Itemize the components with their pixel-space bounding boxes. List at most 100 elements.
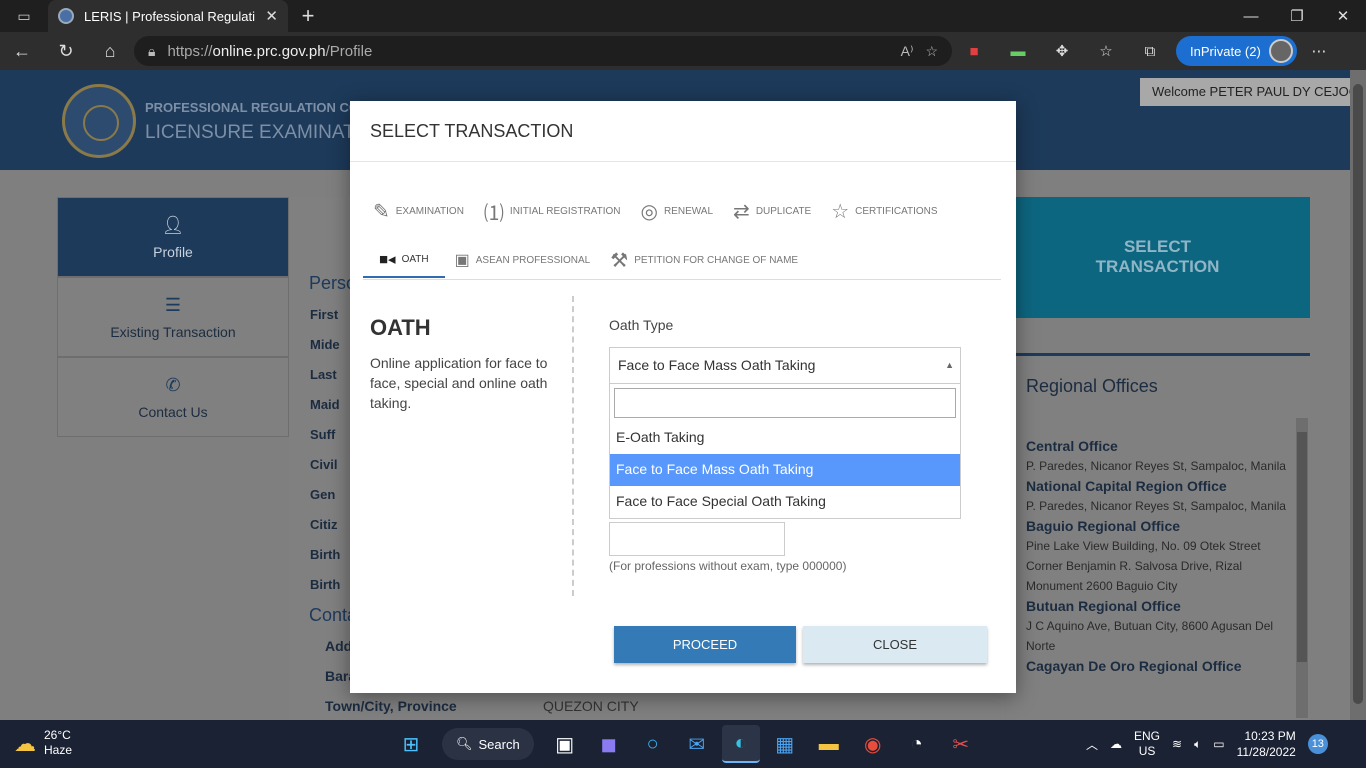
add-favorite-icon[interactable]: ☆ (925, 43, 938, 60)
weather-haze-icon: ☁ (14, 730, 36, 756)
url-bar[interactable]: 🔒︎ https://online.prc.gov.ph/Profile A⁾ … (134, 36, 952, 66)
close-button[interactable]: CLOSE (803, 626, 987, 663)
more-menu-icon[interactable]: ⋯ (1297, 42, 1341, 60)
tab-duplicate[interactable]: ⇄ DUPLICATE (723, 193, 821, 229)
home-icon[interactable]: ⌂ (88, 41, 132, 62)
extensions-icon[interactable]: ✥ (1040, 42, 1084, 60)
start-icon[interactable]: ⊞ (392, 725, 430, 763)
notification-badge[interactable]: 13 (1307, 734, 1328, 754)
dropdown-search-input[interactable] (614, 388, 956, 418)
app-gauge-icon[interactable]: ◔ (898, 725, 936, 763)
snipping-tool-icon[interactable]: ✂ (942, 725, 980, 763)
option-face-to-face-mass[interactable]: Face to Face Mass Oath Taking (610, 454, 960, 486)
personal-info-title: Perso (309, 273, 357, 293)
file-explorer-icon[interactable]: ▬ (810, 725, 848, 763)
taskbar-search[interactable]: 🔍︎ Search (442, 728, 534, 760)
tab-initial-registration[interactable]: ⑴ INITIAL REGISTRATION (474, 193, 631, 229)
sidebar-item-profile[interactable]: 👤︎ Profile (57, 197, 289, 277)
tab-certifications[interactable]: ☆ CERTIFICATIONS (821, 193, 947, 229)
select-transaction-modal: SELECT TRANSACTION ✎ EXAMINATION ⑴ INITI… (350, 101, 1016, 693)
language-indicator[interactable]: ENG US (1134, 729, 1160, 759)
field-label: Last (310, 367, 337, 382)
field-label: Add (325, 638, 353, 654)
chrome-icon[interactable]: ◉ (854, 725, 892, 763)
oath-info: OATH Online application for face to face… (370, 315, 552, 413)
sidebar-item-contact-us[interactable]: ✆ Contact Us (57, 357, 289, 437)
time: 10:23 PM (1244, 729, 1296, 743)
extension-red-icon[interactable]: ■ (952, 43, 996, 60)
close-window-icon[interactable]: ✕ (1320, 0, 1366, 32)
cortana-icon[interactable]: ○ (634, 725, 672, 763)
oath-description: Online application for face to face, spe… (370, 355, 548, 411)
header-agency-name: PROFESSIONAL REGULATION CO (145, 100, 360, 115)
favorites-icon[interactable]: ☆ (1084, 42, 1128, 60)
restore-icon[interactable]: ❐ (1274, 0, 1320, 32)
mail-icon[interactable]: ✉ (678, 725, 716, 763)
town-value: QUEZON CITY (543, 698, 639, 714)
field-label: Suff (310, 427, 336, 442)
regional-offices-title: Regional Offices (1026, 376, 1158, 396)
oath-type-selected: Face to Face Mass Oath Taking (618, 357, 816, 373)
minimize-icon[interactable]: — (1228, 0, 1274, 32)
weather-widget[interactable]: ☁ 26°C Haze (14, 728, 72, 758)
browser-tab[interactable]: LERIS | Professional Regulation C ✕ (48, 0, 288, 32)
welcome-user[interactable]: Welcome PETER PAUL DY CEJOCO (1140, 78, 1350, 106)
exam-number-input[interactable] (609, 522, 785, 556)
taskbar-apps: ⊞ 🔍︎ Search ▣ ◼ ○ ✉ ◐ ▦ ▬ ◉ ◔ ✂ (392, 720, 980, 768)
oath-type-select[interactable]: Face to Face Mass Oath Taking ▲ (609, 347, 961, 383)
option-face-to-face-special[interactable]: Face to Face Special Oath Taking (610, 486, 960, 518)
search-label: Search (478, 736, 520, 752)
tab-actions-icon[interactable]: ▭ (0, 0, 48, 32)
wifi-icon[interactable]: ≋ (1172, 737, 1182, 751)
tab-label: OATH (401, 253, 429, 265)
new-tab-icon[interactable]: + (288, 0, 328, 32)
url-text[interactable]: https://online.prc.gov.ph/Profile (167, 43, 888, 60)
tab-renewal[interactable]: ◎ RENEWAL (631, 193, 724, 229)
chat-icon[interactable]: ◼ (590, 725, 628, 763)
proceed-button[interactable]: PROCEED (614, 626, 796, 663)
battery-icon[interactable]: ▭ (1213, 737, 1224, 751)
refresh-icon[interactable]: ↻ (44, 41, 88, 62)
number-one-icon: ⑴ (483, 202, 504, 225)
tab-petition-change-of-name[interactable]: ⚒ PETITION FOR CHANGE OF NAME (600, 242, 808, 278)
tab-label: DUPLICATE (755, 205, 812, 217)
windows-taskbar: ☁ 26°C Haze ⊞ 🔍︎ Search ▣ ◼ ○ ✉ ◐ ▦ ▬ ◉ … (0, 720, 1366, 768)
date: 11/28/2022 (1236, 745, 1296, 759)
tab-label: PETITION FOR CHANGE OF NAME (634, 254, 799, 266)
collections-icon[interactable]: ⧉ (1128, 43, 1172, 60)
read-aloud-icon[interactable]: A⁾ (901, 43, 914, 60)
page-scrollbar[interactable] (1350, 70, 1366, 720)
back-icon[interactable]: ← (0, 41, 44, 62)
modal-title: SELECT TRANSACTION (350, 101, 1016, 162)
sidebar: 👤︎ Profile ☰ Existing Transaction ✆ Cont… (57, 197, 289, 437)
store-icon[interactable]: ▦ (766, 725, 804, 763)
tab-examination[interactable]: ✎ EXAMINATION (363, 193, 474, 229)
profile-avatar (1268, 39, 1293, 63)
inprivate-button[interactable]: InPrivate (2) (1176, 36, 1297, 66)
chevron-up-icon[interactable]: ︿ (1086, 736, 1098, 753)
clock[interactable]: 10:23 PM 11/28/2022 (1237, 728, 1296, 760)
edge-icon[interactable]: ◐ (721, 725, 760, 763)
office-address: Pine Lake View Building, No. 09 Otek Str… (1026, 539, 1261, 593)
search-icon: 🔍︎ (456, 736, 473, 751)
tab-oath[interactable]: ■◂ OATH (363, 242, 445, 278)
repeat-icon: ⇄ (733, 200, 750, 223)
extension-color-icon[interactable]: ▬ (996, 43, 1040, 60)
regional-offices-scrollbar[interactable] (1296, 418, 1308, 718)
close-tab-icon[interactable]: ✕ (265, 7, 278, 25)
sidebar-item-existing-transaction[interactable]: ☰ Existing Transaction (57, 277, 289, 357)
select-transaction-button[interactable]: SELECT TRANSACTION (1005, 197, 1310, 318)
temperature: 26°C (44, 728, 71, 742)
volume-icon[interactable]: 🔈︎ (1194, 737, 1201, 752)
lock-icon[interactable]: 🔒︎ (148, 43, 155, 60)
cloud-icon[interactable]: ☁ (1110, 737, 1122, 751)
user-icon: 👤︎ (161, 214, 185, 235)
tab-asean-professional[interactable]: ▣ ASEAN PROFESSIONAL (445, 242, 601, 278)
regional-offices-list: Central Office P. Paredes, Nicanor Reyes… (1026, 436, 1290, 676)
task-view-icon[interactable]: ▣ (546, 725, 584, 763)
office-name: Cagayan De Oro Regional Office (1026, 658, 1242, 674)
option-e-oath[interactable]: E-Oath Taking (610, 422, 960, 454)
office-address: J C Aquino Ave, Butuan City, 8600 Agusan… (1026, 619, 1274, 653)
pencil-icon: ✎ (373, 200, 390, 223)
tab-label: CERTIFICATIONS (855, 205, 938, 217)
